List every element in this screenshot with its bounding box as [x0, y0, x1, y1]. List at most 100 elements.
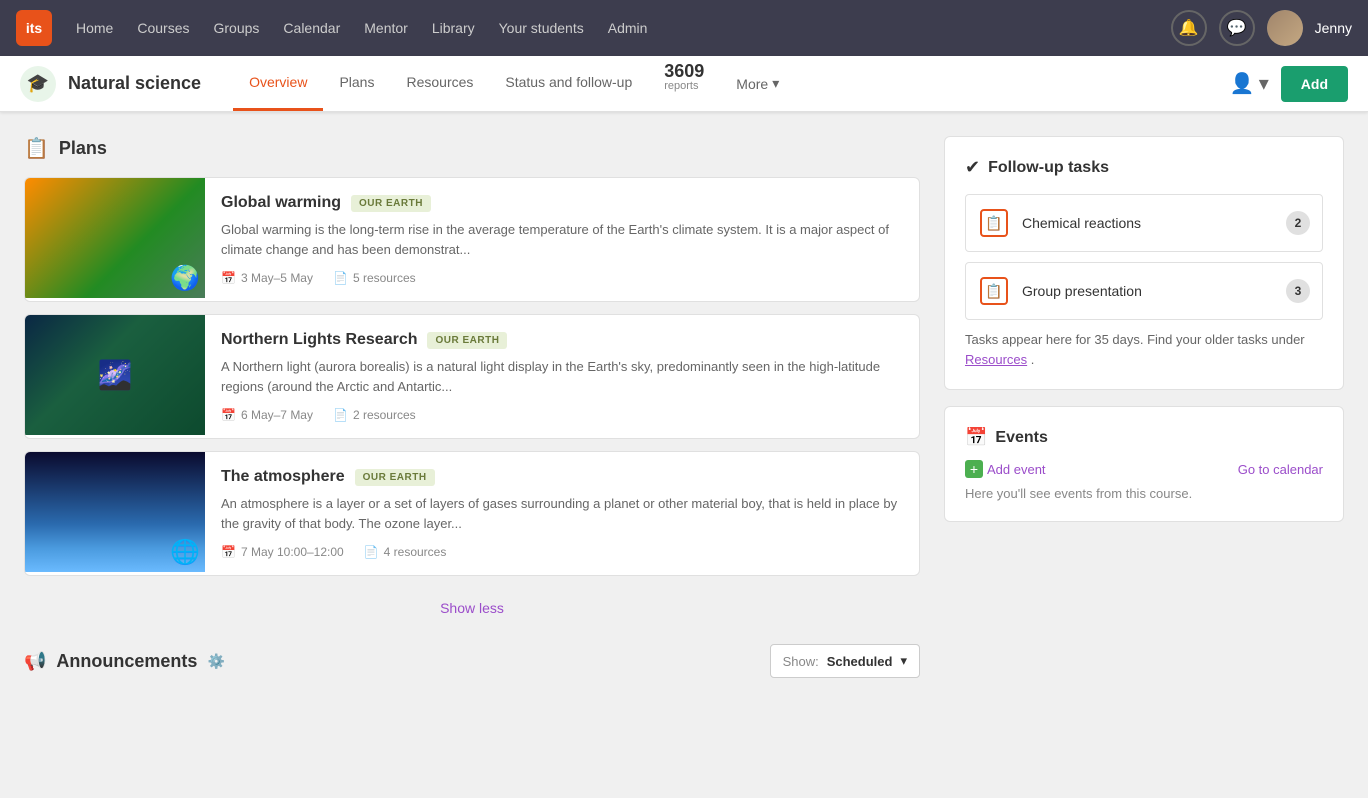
- tab-reports[interactable]: 3609 reports: [648, 56, 720, 111]
- megaphone-icon: 📢: [24, 651, 46, 672]
- announcements-title: Announcements: [56, 651, 197, 672]
- person-icon: 👤: [1230, 71, 1255, 96]
- plans-section-header: 📋 Plans: [24, 136, 920, 161]
- plan-card-body: Global warming OUR EARTH Global warming …: [205, 178, 919, 301]
- task-count: 3: [1286, 279, 1310, 303]
- go-to-calendar-link[interactable]: Go to calendar: [1238, 462, 1323, 477]
- date-text: 3 May–5 May: [241, 271, 313, 285]
- events-actions: + Add event Go to calendar: [965, 460, 1323, 478]
- plan-card-northern-lights[interactable]: Northern Lights Research OUR EARTH A Nor…: [24, 314, 920, 439]
- add-button[interactable]: Add: [1281, 66, 1348, 102]
- sub-nav-right: 👤 Add: [1230, 66, 1348, 102]
- plan-card-body: The atmosphere OUR EARTH An atmosphere i…: [205, 452, 919, 575]
- tab-plans[interactable]: Plans: [323, 56, 390, 111]
- nav-calendar[interactable]: Calendar: [283, 20, 340, 36]
- checkmark-icon: ✔: [965, 157, 980, 178]
- plan-tag: OUR EARTH: [351, 195, 431, 212]
- events-title: Events: [995, 429, 1047, 447]
- resources-text: 4 resources: [384, 545, 447, 559]
- nav-home[interactable]: Home: [76, 20, 113, 36]
- task-label: Group presentation: [1022, 283, 1286, 299]
- avatar[interactable]: [1267, 10, 1303, 46]
- show-less-link[interactable]: Show less: [440, 600, 504, 616]
- plan-description: A Northern light (aurora borealis) is a …: [221, 357, 903, 396]
- plan-title-row: Northern Lights Research OUR EARTH: [221, 331, 903, 349]
- plan-image-northern-lights: [25, 315, 205, 435]
- plan-meta: 📅 6 May–7 May 📄 2 resources: [221, 408, 903, 422]
- followup-note: Tasks appear here for 35 days. Find your…: [965, 330, 1323, 369]
- plan-image-global-warming: [25, 178, 205, 298]
- main-content: 📋 Plans Global warming OUR EARTH Global …: [0, 112, 1368, 718]
- resources-text: 5 resources: [353, 271, 416, 285]
- right-column: ✔ Follow-up tasks 📋 Chemical reactions 2…: [944, 136, 1344, 694]
- plan-description: An atmosphere is a layer or a set of lay…: [221, 494, 903, 533]
- chat-icon[interactable]: 💬: [1219, 10, 1255, 46]
- task-item-chemical-reactions[interactable]: 📋 Chemical reactions 2: [965, 194, 1323, 252]
- nav-your-students[interactable]: Your students: [499, 20, 584, 36]
- tab-overview[interactable]: Overview: [233, 56, 323, 111]
- tab-resources[interactable]: Resources: [390, 56, 489, 111]
- resources-link[interactable]: Resources: [965, 352, 1027, 367]
- nav-library[interactable]: Library: [432, 20, 475, 36]
- task-icon: 📋: [978, 207, 1010, 239]
- task-count: 2: [1286, 211, 1310, 235]
- notification-bell-icon[interactable]: 🔔: [1171, 10, 1207, 46]
- task-document-icon: 📋: [980, 277, 1008, 305]
- more-label: More: [736, 76, 768, 92]
- calendar-icon: 📅: [221, 408, 236, 422]
- nav-groups[interactable]: Groups: [214, 20, 260, 36]
- nav-mentor[interactable]: Mentor: [364, 20, 408, 36]
- show-value: Scheduled: [827, 654, 893, 669]
- app-logo[interactable]: its: [16, 10, 52, 46]
- nav-courses[interactable]: Courses: [137, 20, 189, 36]
- announcements-title-row: 📢 Announcements ⚙️: [24, 651, 225, 672]
- plan-title: Northern Lights Research: [221, 331, 417, 349]
- document-icon: 📄: [364, 545, 379, 559]
- plan-meta: 📅 3 May–5 May 📄 5 resources: [221, 271, 903, 285]
- user-dropdown-icon[interactable]: 👤: [1230, 71, 1269, 96]
- chevron-down-icon: [900, 653, 907, 669]
- add-event-button[interactable]: + Add event: [965, 460, 1046, 478]
- followup-title: Follow-up tasks: [988, 159, 1109, 177]
- tab-status[interactable]: Status and follow-up: [489, 56, 648, 111]
- calendar-icon: 📅: [221, 271, 236, 285]
- username: Jenny: [1315, 20, 1352, 36]
- events-section: 📅 Events + Add event Go to calendar Here…: [944, 406, 1344, 522]
- plan-meta: 📅 7 May 10:00–12:00 📄 4 resources: [221, 545, 903, 559]
- announcements-header: 📢 Announcements ⚙️ Show: Scheduled: [24, 644, 920, 678]
- plan-card-atmosphere[interactable]: The atmosphere OUR EARTH An atmosphere i…: [24, 451, 920, 576]
- task-document-icon: 📋: [980, 209, 1008, 237]
- followup-header: ✔ Follow-up tasks: [965, 157, 1323, 178]
- task-item-group-presentation[interactable]: 📋 Group presentation 3: [965, 262, 1323, 320]
- events-empty-message: Here you'll see events from this course.: [965, 486, 1323, 501]
- plan-date: 📅 6 May–7 May: [221, 408, 313, 422]
- announcements-settings-icon[interactable]: ⚙️: [207, 653, 224, 670]
- followup-section: ✔ Follow-up tasks 📋 Chemical reactions 2…: [944, 136, 1344, 390]
- plan-resources: 📄 2 resources: [333, 408, 416, 422]
- plan-date: 📅 7 May 10:00–12:00: [221, 545, 344, 559]
- left-column: 📋 Plans Global warming OUR EARTH Global …: [24, 136, 920, 694]
- avatar-image: [1267, 10, 1303, 46]
- announcements-dropdown[interactable]: Show: Scheduled: [770, 644, 920, 678]
- nav-links: Home Courses Groups Calendar Mentor Libr…: [76, 20, 1171, 36]
- followup-note-end: .: [1031, 352, 1035, 367]
- plan-description: Global warming is the long-term rise in …: [221, 220, 903, 259]
- plan-card-global-warming[interactable]: Global warming OUR EARTH Global warming …: [24, 177, 920, 302]
- plan-tag: OUR EARTH: [427, 332, 507, 349]
- plus-icon: +: [965, 460, 983, 478]
- announcements-section: 📢 Announcements ⚙️ Show: Scheduled: [24, 644, 920, 678]
- reports-label: reports: [664, 80, 698, 92]
- calendar-events-icon: 📅: [965, 427, 987, 448]
- top-navigation: its Home Courses Groups Calendar Mentor …: [0, 0, 1368, 56]
- sub-navigation: 🎓 Natural science Overview Plans Resourc…: [0, 56, 1368, 112]
- plan-title-row: The atmosphere OUR EARTH: [221, 468, 903, 486]
- plan-date: 📅 3 May–5 May: [221, 271, 313, 285]
- date-text: 7 May 10:00–12:00: [241, 545, 344, 559]
- show-less-section: Show less: [24, 588, 920, 628]
- nav-right: 🔔 💬 Jenny: [1171, 10, 1352, 46]
- more-dropdown[interactable]: More: [720, 56, 795, 111]
- nav-admin[interactable]: Admin: [608, 20, 648, 36]
- chevron-down-icon: [772, 75, 779, 92]
- reports-count: 3609: [664, 62, 704, 80]
- show-label: Show:: [783, 654, 819, 669]
